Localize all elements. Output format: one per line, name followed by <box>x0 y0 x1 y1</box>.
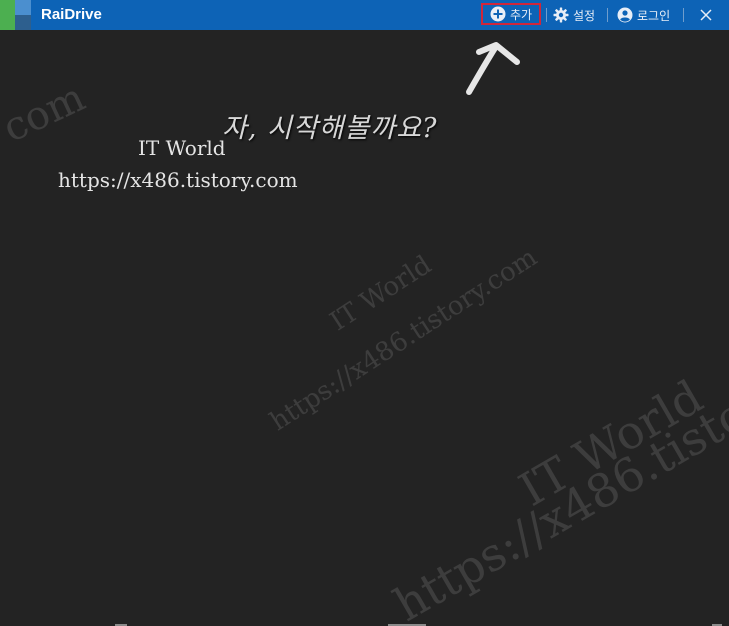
toolbar-separator <box>607 8 608 22</box>
add-label: 추가 <box>510 7 533 22</box>
app-title: RaiDrive <box>41 6 102 23</box>
login-label: 로그인 <box>637 8 671 23</box>
annotation-caption: 자, 시작해볼까요? <box>222 113 438 144</box>
settings-button[interactable]: 설정 <box>553 5 595 25</box>
settings-label: 설정 <box>573 8 596 23</box>
close-icon <box>700 9 712 21</box>
user-circle-icon <box>617 7 633 23</box>
title-bar: RaiDrive 추가 설정 로그인 <box>0 0 729 30</box>
gear-icon <box>553 7 569 23</box>
add-drive-button[interactable]: 추가 <box>481 3 541 25</box>
main-content-area: com IT World https://x486.tistory.com IT… <box>0 30 729 626</box>
close-button[interactable] <box>694 4 718 26</box>
toolbar-separator <box>683 8 684 22</box>
watermark-fragment: com <box>0 74 92 152</box>
raidrive-logo-icon <box>0 0 31 30</box>
login-button[interactable]: 로그인 <box>617 5 670 25</box>
toolbar-separator <box>546 8 547 22</box>
watermark-url: https://x486.tistory.com <box>58 168 298 192</box>
pointer-arrow-icon <box>466 42 520 95</box>
watermark-name: IT World <box>138 136 226 160</box>
plus-circle-icon <box>490 6 506 22</box>
